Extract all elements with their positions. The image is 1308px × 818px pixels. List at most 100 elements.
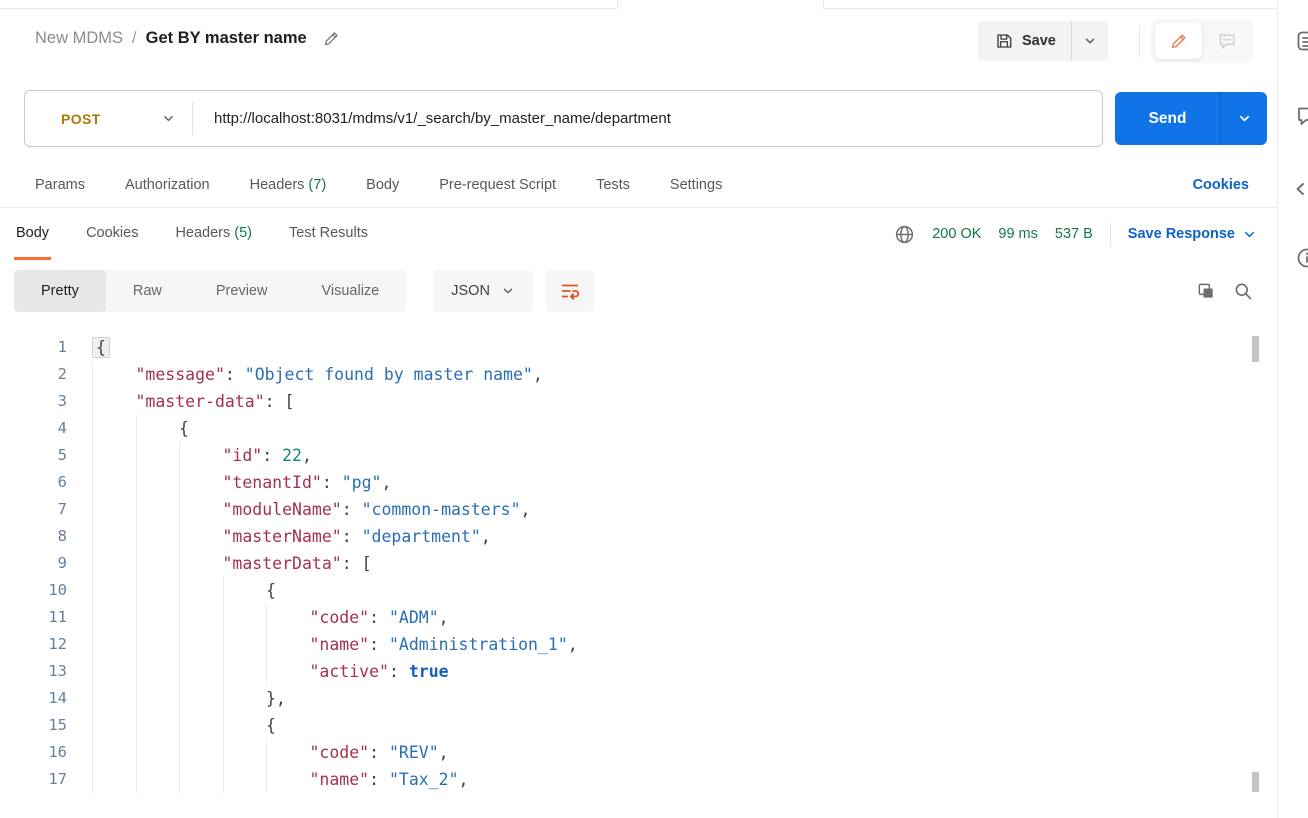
indent-guide bbox=[136, 469, 137, 496]
response-tab-headers[interactable]: Headers(5) bbox=[173, 208, 254, 260]
code-line: 4{ bbox=[0, 415, 1250, 442]
tab-label: Tests bbox=[596, 177, 630, 193]
code-content: "tenantId": "pg", bbox=[92, 469, 1250, 496]
tab-label: Pre-request Script bbox=[439, 177, 556, 193]
indent-guide bbox=[266, 739, 267, 766]
token-punct: , bbox=[533, 365, 543, 384]
comments-icon[interactable] bbox=[1295, 104, 1308, 128]
token-key: "code" bbox=[310, 743, 370, 762]
response-body-json[interactable]: 1{2"message": "Object found by master na… bbox=[0, 334, 1250, 800]
info-icon[interactable] bbox=[1295, 246, 1308, 270]
response-time[interactable]: 99 ms bbox=[998, 226, 1038, 242]
response-tabs: Body Cookies Headers(5) Test Results bbox=[14, 208, 370, 260]
code-content: { bbox=[92, 415, 1250, 442]
tab-label: Settings bbox=[670, 177, 722, 193]
token-punct: , bbox=[439, 743, 449, 762]
token-punct: }, bbox=[266, 689, 286, 708]
view-tab-preview[interactable]: Preview bbox=[189, 270, 295, 312]
indent-guide bbox=[179, 766, 180, 793]
edit-mode-button[interactable] bbox=[1155, 23, 1202, 59]
code-content: "code": "ADM", bbox=[92, 604, 1250, 631]
indent-guide bbox=[266, 631, 267, 658]
token-punct: : bbox=[369, 608, 389, 627]
code-line: 7"moduleName": "common-masters", bbox=[0, 496, 1250, 523]
comment-button[interactable] bbox=[1204, 31, 1249, 51]
copy-icon[interactable] bbox=[1196, 281, 1216, 301]
code-text: { bbox=[92, 334, 110, 361]
cookies-link[interactable]: Cookies bbox=[1193, 177, 1277, 193]
scrollbar-thumb[interactable] bbox=[1252, 336, 1259, 362]
request-tab-body[interactable]: Body bbox=[366, 177, 399, 193]
indent-guide bbox=[136, 604, 137, 631]
breadcrumb-collection[interactable]: New MDMS bbox=[35, 29, 123, 48]
token-key: "code" bbox=[310, 608, 370, 627]
request-tab-settings[interactable]: Settings bbox=[670, 177, 722, 193]
view-tab-pretty[interactable]: Pretty bbox=[14, 270, 106, 312]
documentation-icon[interactable] bbox=[1295, 29, 1308, 53]
code-text: }, bbox=[266, 685, 286, 712]
save-response-button[interactable]: Save Response bbox=[1128, 226, 1257, 242]
globe-icon[interactable] bbox=[894, 224, 915, 245]
request-tab-authorization[interactable]: Authorization bbox=[125, 177, 210, 193]
search-icon[interactable] bbox=[1233, 281, 1253, 301]
view-tab-raw[interactable]: Raw bbox=[106, 270, 189, 312]
code-text: "name": "Tax_2", bbox=[310, 766, 469, 793]
indent-guide bbox=[179, 631, 180, 658]
scrollbar-thumb[interactable] bbox=[1252, 772, 1259, 792]
request-tab-tests[interactable]: Tests bbox=[596, 177, 630, 193]
response-tab-cookies[interactable]: Cookies bbox=[84, 208, 140, 260]
line-number: 17 bbox=[0, 766, 67, 793]
response-tab-test-results[interactable]: Test Results bbox=[287, 208, 370, 260]
token-num: 22 bbox=[282, 446, 302, 465]
token-punct: : bbox=[369, 743, 389, 762]
indent-guide bbox=[136, 415, 137, 442]
indent-guide bbox=[136, 577, 137, 604]
tab-label: Authorization bbox=[125, 177, 210, 193]
line-number: 1 bbox=[0, 334, 67, 361]
request-tab-headers[interactable]: Headers(7) bbox=[250, 177, 327, 193]
token-key: "masterData" bbox=[223, 554, 342, 573]
token-punct: : bbox=[262, 446, 282, 465]
indent-guide bbox=[179, 523, 180, 550]
rename-pencil-icon[interactable] bbox=[323, 30, 340, 47]
code-text: { bbox=[266, 712, 276, 739]
indent-guide bbox=[92, 658, 93, 685]
indent-guide bbox=[92, 361, 93, 388]
code-text: "message": "Object found by master name"… bbox=[136, 361, 543, 388]
request-tab-pre-request-script[interactable]: Pre-request Script bbox=[439, 177, 556, 193]
save-menu-button[interactable] bbox=[1072, 21, 1108, 61]
code-line: 15{ bbox=[0, 712, 1250, 739]
code-text: "code": "ADM", bbox=[310, 604, 449, 631]
indent-guide bbox=[92, 442, 93, 469]
url-input[interactable]: http://localhost:8031/mdms/v1/_search/by… bbox=[193, 110, 671, 127]
line-number: 12 bbox=[0, 631, 67, 658]
send-button[interactable]: Send bbox=[1115, 92, 1220, 145]
view-tab-visualize[interactable]: Visualize bbox=[294, 270, 406, 312]
code-line: 5"id": 22, bbox=[0, 442, 1250, 469]
tab-label: Body bbox=[16, 225, 49, 241]
fold-brace: { bbox=[92, 337, 110, 358]
save-button[interactable]: Save bbox=[978, 21, 1071, 61]
request-name[interactable]: Get BY master name bbox=[146, 29, 307, 48]
mode-toggle-group bbox=[1151, 19, 1253, 63]
token-punct: : bbox=[342, 500, 362, 519]
code-snippet-icon[interactable] bbox=[1295, 177, 1308, 201]
status-code[interactable]: 200 OK bbox=[932, 226, 981, 242]
code-text: "moduleName": "common-masters", bbox=[223, 496, 531, 523]
indent-guide bbox=[179, 442, 180, 469]
token-str: "Administration_1" bbox=[389, 635, 568, 654]
wrap-text-button[interactable] bbox=[546, 270, 594, 312]
format-label: JSON bbox=[451, 283, 490, 299]
code-line: 14}, bbox=[0, 685, 1250, 712]
code-content: "moduleName": "common-masters", bbox=[92, 496, 1250, 523]
response-size[interactable]: 537 B bbox=[1055, 226, 1093, 242]
format-dropdown[interactable]: JSON bbox=[433, 270, 533, 312]
indent-guide bbox=[223, 577, 224, 604]
response-tab-body[interactable]: Body bbox=[14, 208, 51, 260]
tab-strip-border bbox=[823, 8, 1277, 9]
send-menu-button[interactable] bbox=[1221, 92, 1267, 145]
method-selector[interactable]: POST bbox=[25, 111, 192, 127]
line-number: 13 bbox=[0, 658, 67, 685]
request-tab-params[interactable]: Params bbox=[35, 177, 85, 193]
indent-guide bbox=[223, 766, 224, 793]
